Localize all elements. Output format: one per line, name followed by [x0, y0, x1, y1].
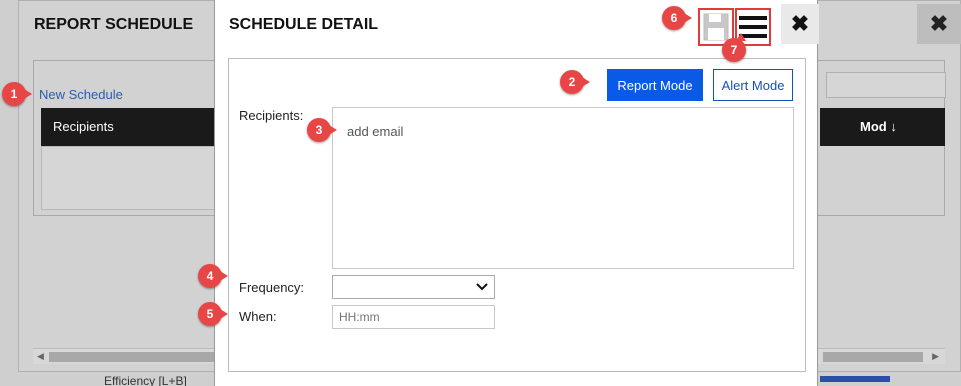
scrollbar-thumb-right[interactable]: [823, 352, 923, 362]
report-mode-button[interactable]: Report Mode: [607, 69, 703, 101]
scroll-left-icon[interactable]: ◀: [37, 351, 44, 362]
report-schedule-title: REPORT SCHEDULE: [34, 16, 194, 33]
scroll-right-icon[interactable]: ▶: [932, 351, 939, 362]
close-icon: ✖: [929, 11, 949, 36]
report-schedule-close-button[interactable]: ✖: [917, 4, 961, 44]
chevron-down-icon: [476, 283, 488, 291]
close-icon: ✖: [790, 11, 810, 36]
alert-mode-button[interactable]: Alert Mode: [713, 69, 793, 101]
column-header-mod[interactable]: Mod ↓: [820, 108, 945, 146]
filter-input[interactable]: [826, 72, 946, 98]
callout-badge-4: 4: [198, 264, 228, 288]
save-icon: [703, 13, 729, 41]
callout-badge-2: 2: [560, 70, 590, 94]
modal-close-button[interactable]: ✖: [781, 4, 819, 44]
footer-progress-bar: [820, 376, 890, 382]
recipients-label: Recipients:: [239, 108, 304, 123]
when-label: When:: [239, 309, 277, 324]
when-input[interactable]: [332, 305, 495, 329]
recipients-input[interactable]: add email: [332, 107, 794, 269]
callout-badge-1: 1: [2, 82, 32, 106]
callout-badge-3: 3: [307, 118, 337, 142]
callout-badge-6: 6: [662, 6, 692, 30]
modal-title: SCHEDULE DETAIL: [229, 16, 379, 33]
table-body: [41, 146, 216, 210]
schedule-form: Report Mode Alert Mode Recipients: add e…: [228, 58, 806, 372]
callout-badge-5: 5: [198, 302, 228, 326]
recipients-placeholder: add email: [347, 124, 404, 139]
frequency-select[interactable]: [332, 275, 495, 299]
callout-badge-7: 7: [722, 33, 746, 62]
new-schedule-link[interactable]: New Schedule: [39, 87, 123, 102]
footer-text: Efficiency [L+B]: [104, 374, 187, 386]
column-header-recipients[interactable]: Recipients: [41, 108, 216, 146]
scrollbar-thumb[interactable]: [49, 352, 219, 362]
frequency-label: Frequency:: [239, 280, 305, 295]
